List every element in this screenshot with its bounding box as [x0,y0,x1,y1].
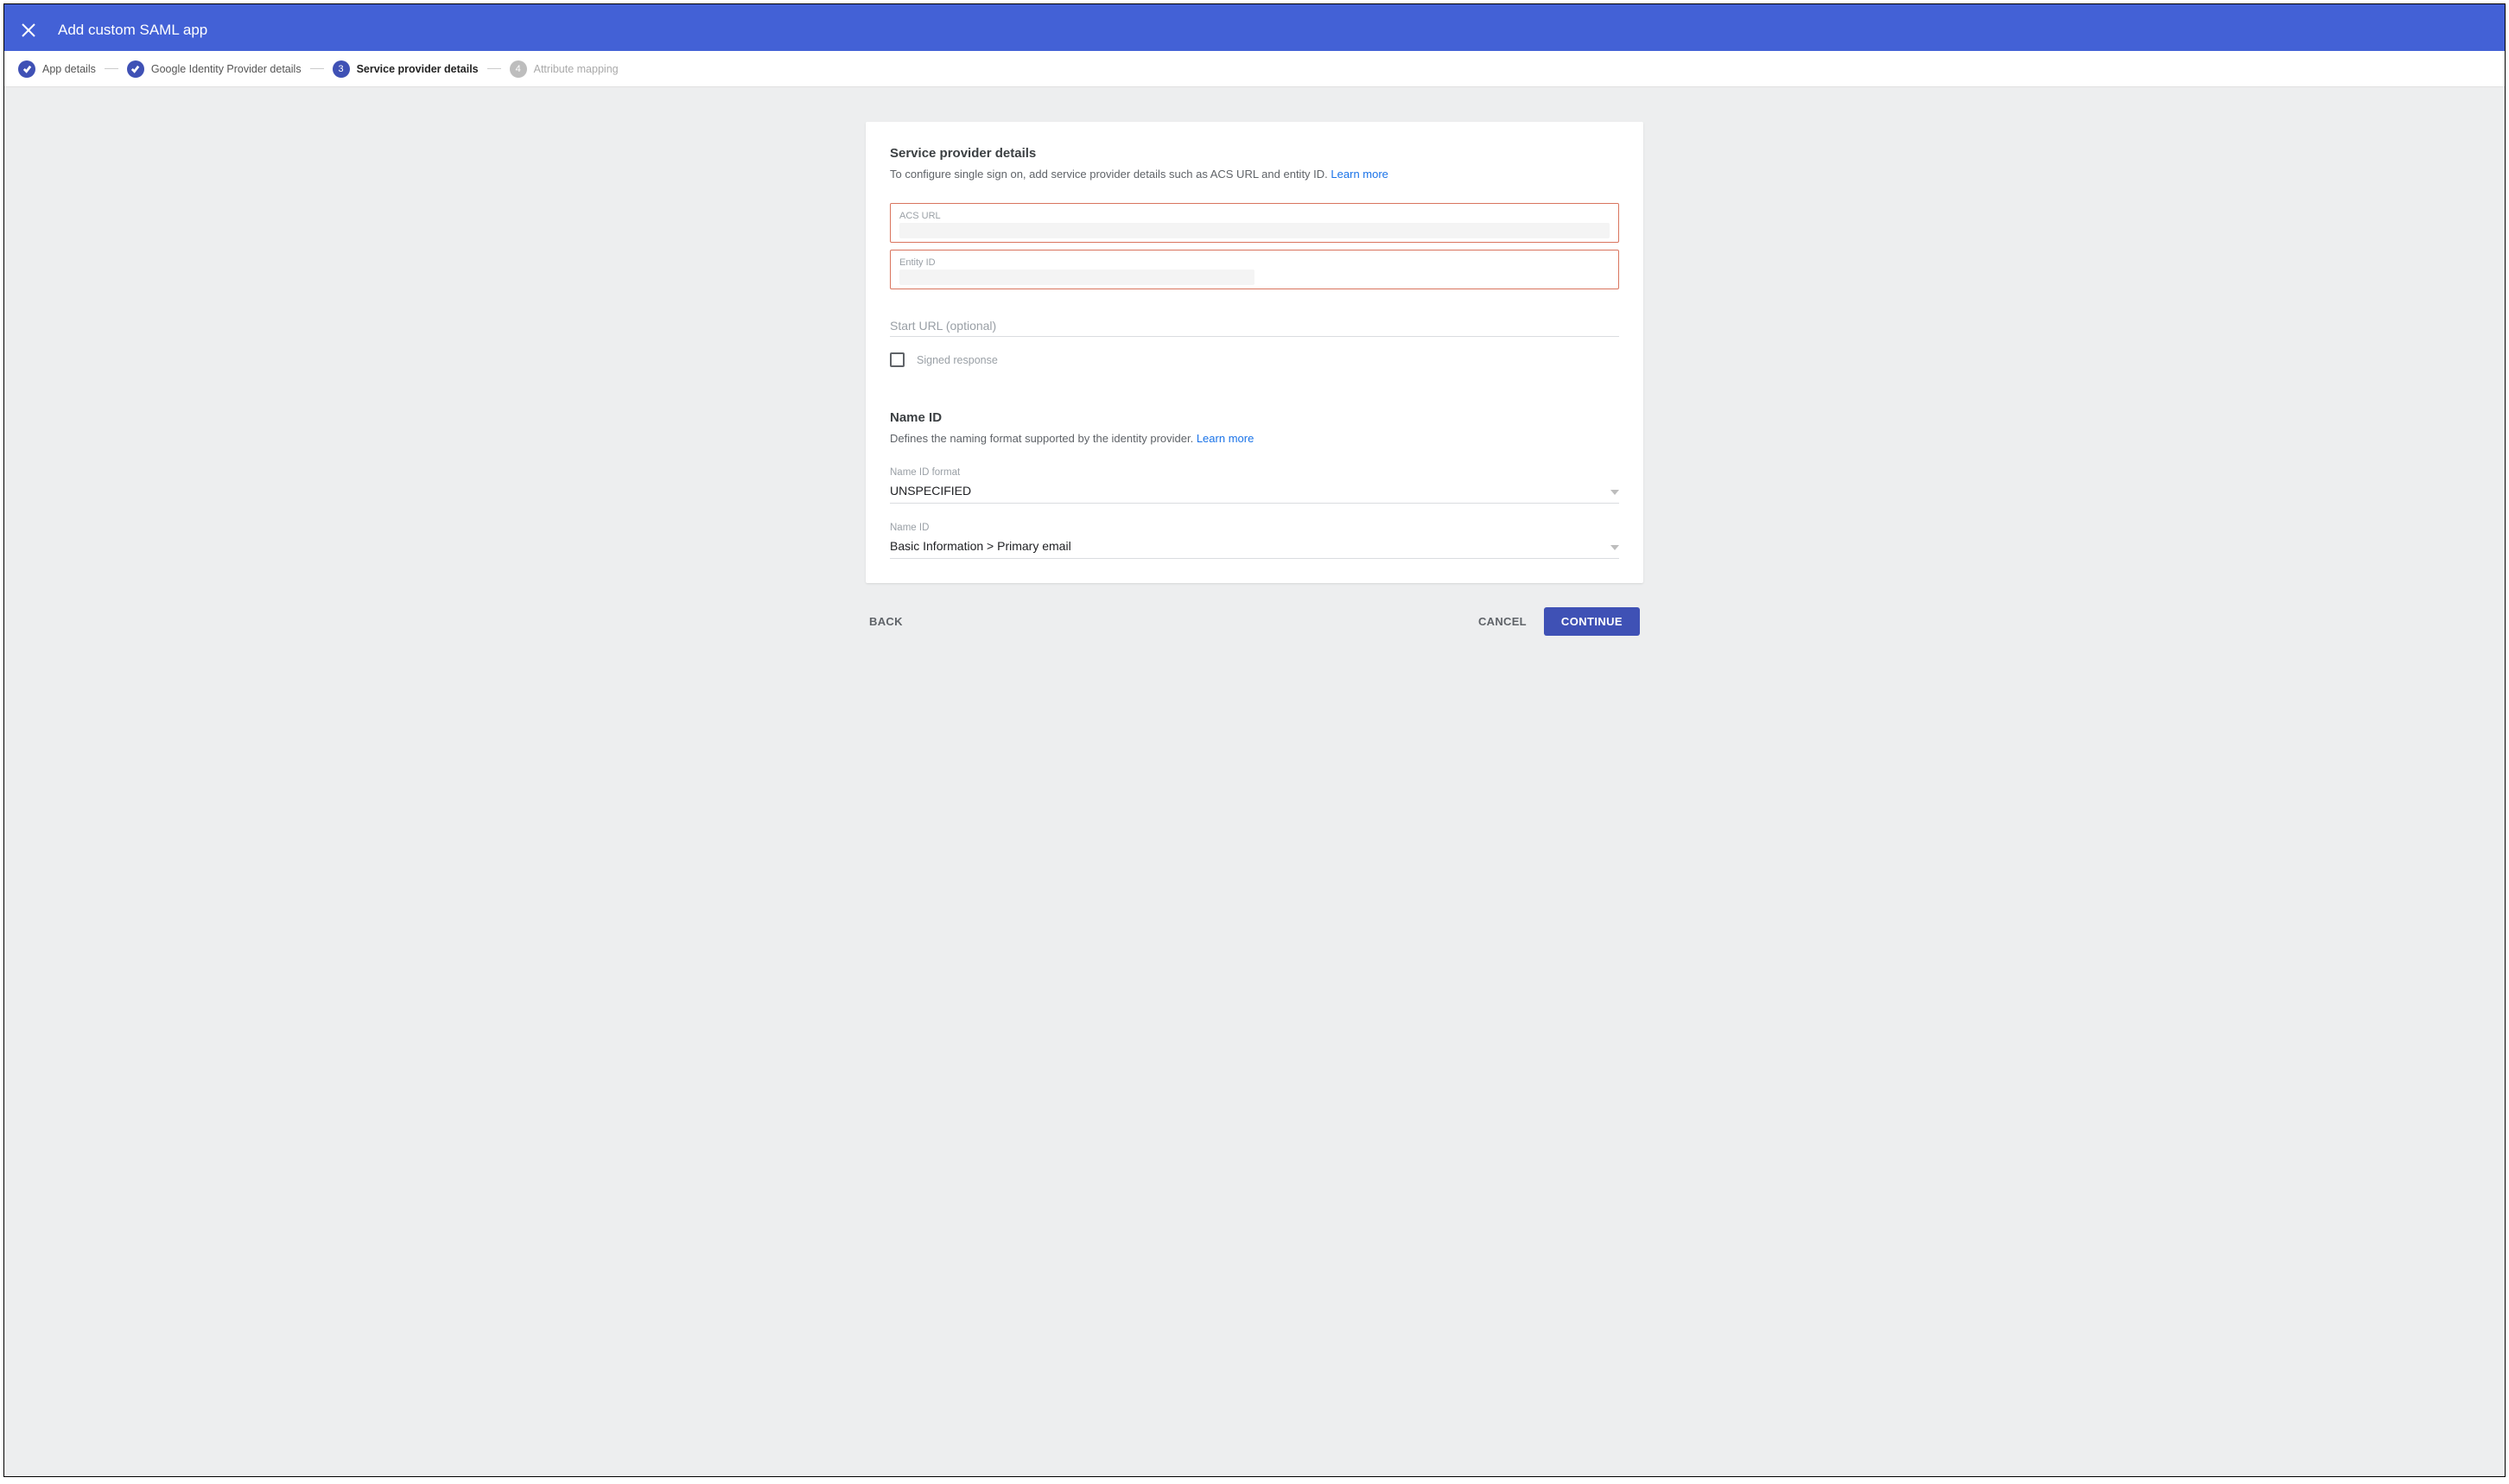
start-url-input[interactable]: Start URL (optional) [890,319,1619,337]
signed-response-label: Signed response [917,354,998,366]
acs-url-value [899,223,1610,238]
step-label: App details [42,63,96,75]
nameid-field-label: Name ID [890,523,1619,533]
step-sp-details[interactable]: 3 Service provider details [333,60,479,78]
section-desc-nameid: Defines the naming format supported by t… [890,432,1619,445]
sp-details-card: Service provider details To configure si… [866,122,1643,583]
step-number: 4 [510,60,527,78]
step-label: Google Identity Provider details [151,63,302,75]
action-row: BACK CANCEL CONTINUE [866,583,1643,650]
step-number: 3 [333,60,350,78]
section-title-sp: Service provider details [890,146,1619,161]
acs-url-label: ACS URL [899,211,1610,221]
step-separator [105,68,118,69]
step-label: Attribute mapping [534,63,619,75]
close-icon [22,23,35,37]
step-attribute-mapping: 4 Attribute mapping [510,60,619,78]
nameid-format-label: Name ID format [890,467,1619,478]
step-label: Service provider details [357,63,479,75]
section-title-nameid: Name ID [890,410,1619,425]
stepper: App details Google Identity Provider det… [4,51,2505,87]
cancel-button[interactable]: CANCEL [1478,615,1527,628]
step-separator [487,68,501,69]
step-idp-details[interactable]: Google Identity Provider details [127,60,302,78]
signed-response-checkbox[interactable] [890,352,905,367]
learn-more-link-nameid[interactable]: Learn more [1197,432,1254,445]
continue-button[interactable]: CONTINUE [1544,607,1640,636]
nameid-format-select[interactable]: UNSPECIFIED [890,480,1619,504]
nameid-format-value: UNSPECIFIED [890,484,971,498]
entity-id-label: Entity ID [899,257,1610,268]
chevron-down-icon [1610,539,1619,553]
entity-id-value [899,270,1254,285]
acs-url-field[interactable]: ACS URL [890,203,1619,243]
nameid-field-select[interactable]: Basic Information > Primary email [890,536,1619,559]
check-icon [127,60,144,78]
entity-id-field[interactable]: Entity ID [890,250,1619,289]
chevron-down-icon [1610,484,1619,498]
check-icon [18,60,35,78]
learn-more-link[interactable]: Learn more [1331,168,1388,181]
back-button[interactable]: BACK [869,615,903,628]
close-button[interactable] [16,18,41,42]
step-separator [310,68,324,69]
nameid-field-value: Basic Information > Primary email [890,539,1071,553]
step-app-details[interactable]: App details [18,60,96,78]
dialog-title: Add custom SAML app [58,22,207,39]
section-desc-sp: To configure single sign on, add service… [890,168,1619,181]
